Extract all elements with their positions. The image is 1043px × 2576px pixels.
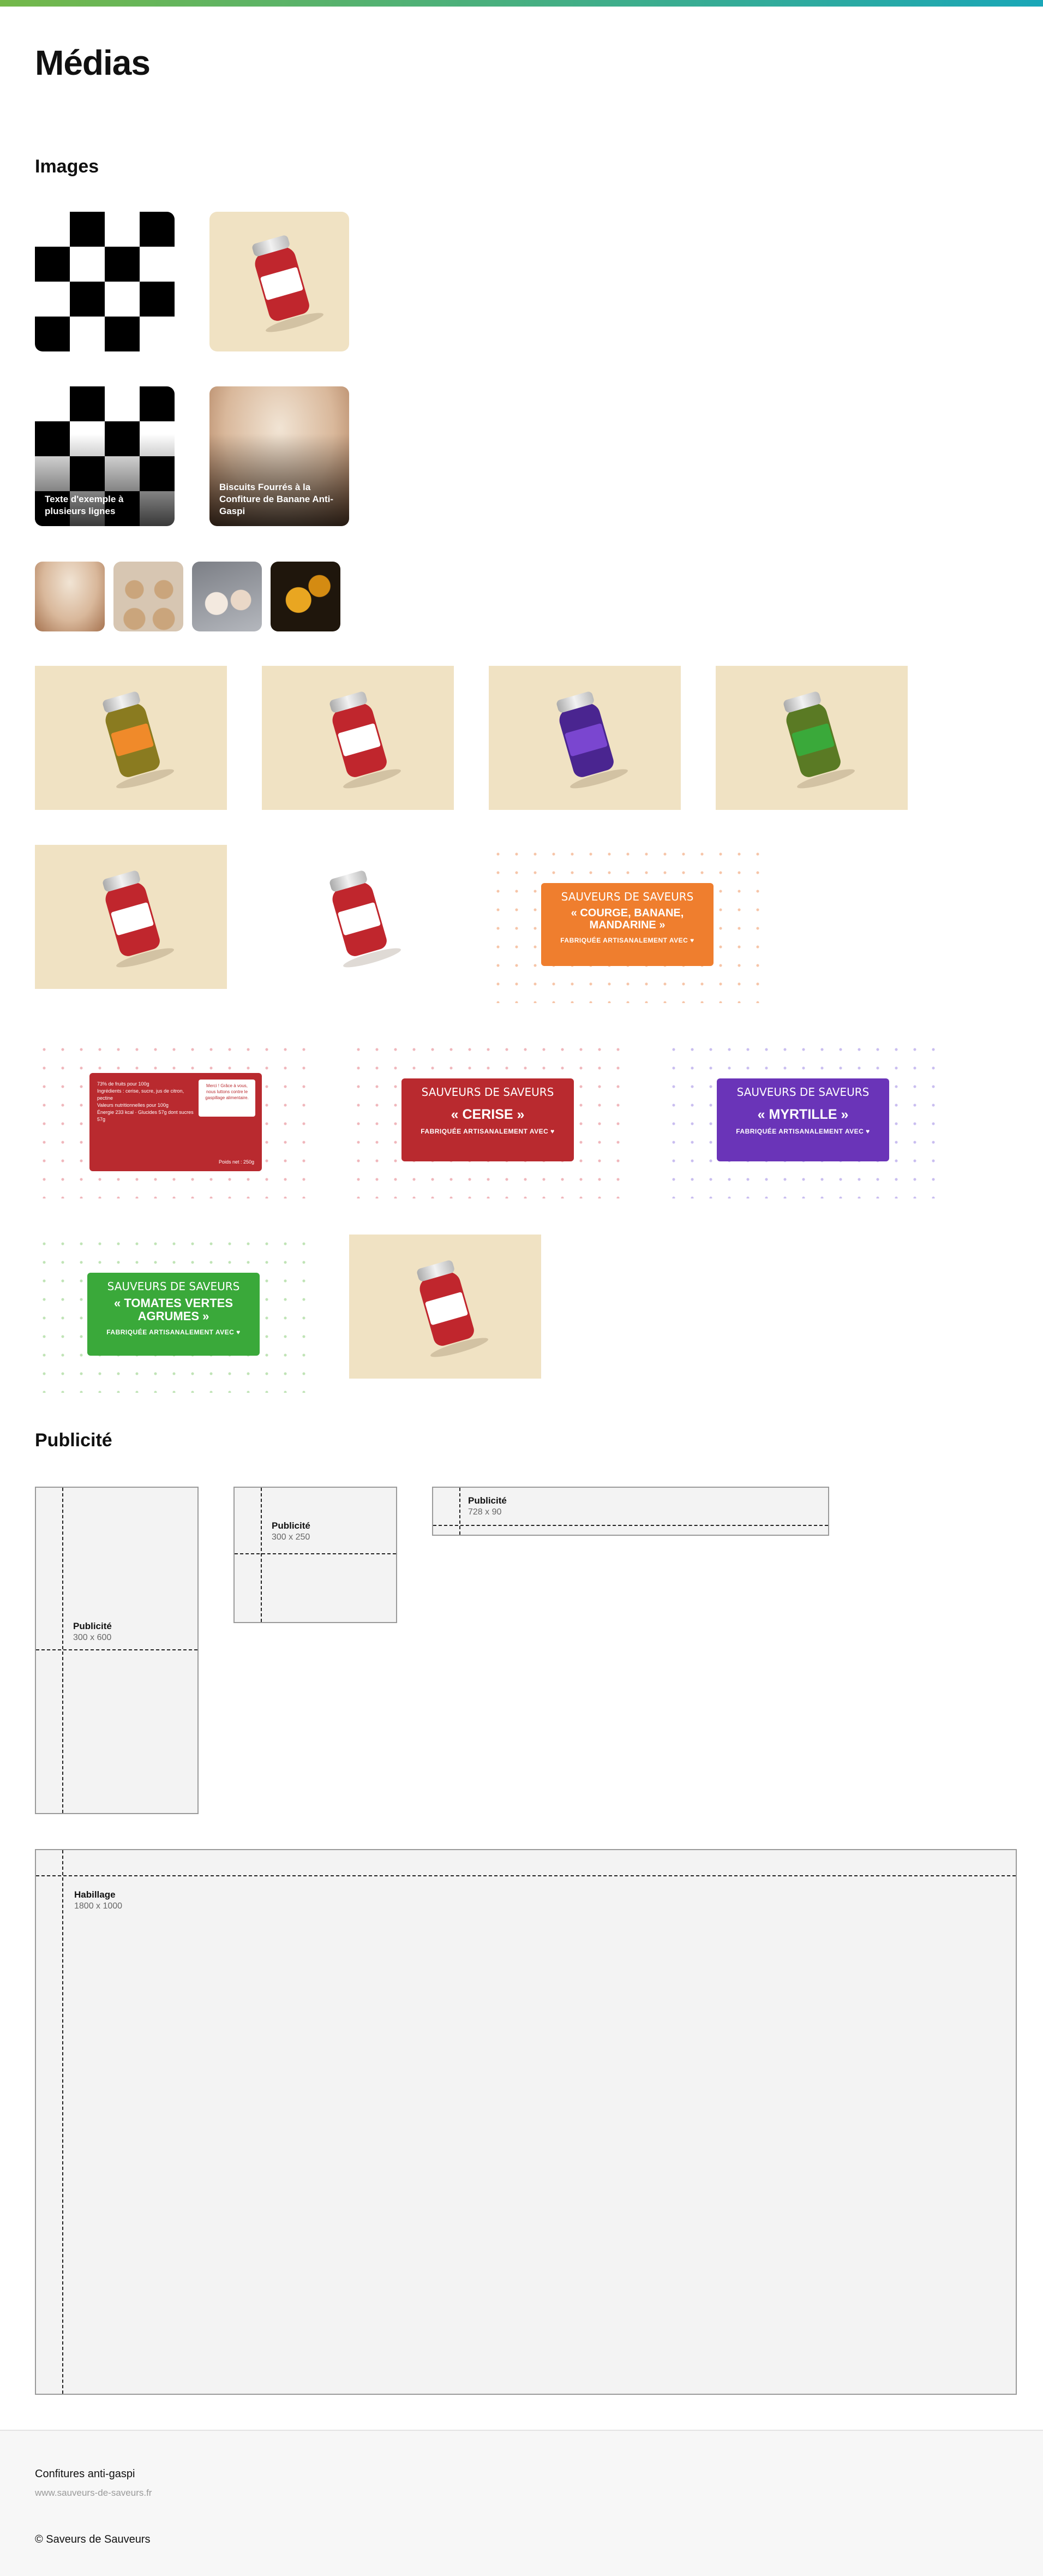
biscuits-photo[interactable]: Biscuits Fourrés à la Confiture de Banan… xyxy=(209,386,349,526)
label-name: « CERISE » xyxy=(451,1107,525,1122)
footer-title: Confitures anti-gaspi xyxy=(35,2468,135,2480)
thumbnail-tray[interactable] xyxy=(192,562,262,631)
page-title: Médias xyxy=(35,43,151,82)
label-tagline: FABRIQUÉE ARTISANALEMENT AVEC ♥ xyxy=(736,1128,870,1135)
product-image-purple-jar[interactable] xyxy=(489,666,681,810)
label-green[interactable]: SAUVEURS DE SAVEURS « TOMATES VERTES AGR… xyxy=(35,1235,311,1393)
ad-label: Publicité xyxy=(468,1495,507,1506)
footer-copyright: © Saveurs de Sauveurs xyxy=(35,2533,151,2545)
product-image-cherry-jar[interactable] xyxy=(209,212,349,351)
label-brand: SAUVEURS DE SAVEURS xyxy=(736,1086,870,1099)
label-name: « MYRTILLE » xyxy=(757,1107,849,1122)
ad-size: 300 x 600 xyxy=(73,1633,112,1642)
ad-label: Publicité xyxy=(272,1520,310,1531)
back-label-line: 73% de fruits pour 100g xyxy=(97,1081,149,1087)
label-back-red[interactable]: 73% de fruits pour 100g Ingrédients : ce… xyxy=(35,1040,311,1198)
jar-icon xyxy=(100,690,176,792)
back-label-line: Ingrédients : cerise, sucre, jus de citr… xyxy=(97,1088,184,1101)
jar-icon xyxy=(100,869,176,971)
product-image-green-jar[interactable] xyxy=(716,666,908,810)
image-caption: Texte d'exemple à plusieurs lignes xyxy=(45,494,124,516)
thumbnail-biscuit[interactable] xyxy=(35,562,105,631)
label-tagline: FABRIQUÉE ARTISANALEMENT AVEC ♥ xyxy=(106,1328,241,1336)
label-card-purple: SAUVEURS DE SAVEURS « MYRTILLE » FABRIQU… xyxy=(717,1078,889,1161)
label-purple[interactable]: SAUVEURS DE SAVEURS « MYRTILLE » FABRIQU… xyxy=(664,1040,940,1198)
product-image-red-jar-white[interactable] xyxy=(262,845,454,989)
back-label-note: Merci ! Grâce à vous, nous luttons contr… xyxy=(199,1080,255,1117)
label-red[interactable]: SAUVEURS DE SAVEURS « CERISE » FABRIQUÉE… xyxy=(349,1040,625,1198)
back-label-card: 73% de fruits pour 100g Ingrédients : ce… xyxy=(89,1073,262,1171)
product-image-red-jar-3[interactable] xyxy=(349,1235,541,1379)
accent-bar xyxy=(0,0,1043,7)
section-title-advertising: Publicité xyxy=(35,1430,112,1451)
ad-label: Habillage xyxy=(74,1889,116,1900)
jar-icon xyxy=(249,234,325,336)
thumbnail-jars[interactable] xyxy=(271,562,340,631)
ad-size: 728 x 90 xyxy=(468,1507,502,1517)
placeholder-image[interactable] xyxy=(35,212,175,351)
label-brand: SAUVEURS DE SAVEURS xyxy=(107,1280,240,1293)
label-card-red: SAUVEURS DE SAVEURS « CERISE » FABRIQUÉE… xyxy=(401,1078,574,1161)
label-tagline: FABRIQUÉE ARTISANALEMENT AVEC ♥ xyxy=(421,1128,555,1135)
ad-label: Publicité xyxy=(73,1621,112,1631)
section-title-images: Images xyxy=(35,156,99,177)
label-name: « TOMATES VERTES AGRUMES » xyxy=(113,1296,233,1323)
back-label-line: Énergie 233 kcal · Glucides 57g dont suc… xyxy=(97,1110,194,1122)
jar-icon xyxy=(327,690,403,792)
ad-size: 300 x 250 xyxy=(272,1533,310,1542)
placeholder-image-captioned[interactable]: Texte d'exemple à plusieurs lignes xyxy=(35,386,175,526)
back-label-text: 73% de fruits pour 100g Ingrédients : ce… xyxy=(97,1081,201,1123)
ad-slot-728x90[interactable]: Publicité 728 x 90 xyxy=(432,1487,829,1536)
ad-size: 1800 x 1000 xyxy=(74,1901,123,1911)
label-brand: SAUVEURS DE SAVEURS xyxy=(421,1086,554,1099)
label-card-orange: SAUVEURS DE SAVEURS « COURGE, BANANE, MA… xyxy=(541,883,714,966)
jar-icon xyxy=(327,869,403,971)
image-caption: Biscuits Fourrés à la Confiture de Banan… xyxy=(219,482,334,516)
jar-icon xyxy=(781,690,856,792)
label-brand: SAUVEURS DE SAVEURS xyxy=(561,890,694,903)
product-image-orange-jar[interactable] xyxy=(35,666,227,810)
ad-slot-300x600[interactable]: Publicité 300 x 600 xyxy=(35,1487,199,1814)
ad-slot-habillage[interactable]: Habillage 1800 x 1000 xyxy=(35,1849,1017,2395)
product-image-red-jar-2[interactable] xyxy=(35,845,227,989)
thumbnail-tarts[interactable] xyxy=(113,562,183,631)
label-name: « COURGE, BANANE, MANDARINE » xyxy=(571,907,684,931)
footer: Confitures anti-gaspi www.sauveurs-de-sa… xyxy=(0,2430,1043,2576)
product-image-red-jar[interactable] xyxy=(262,666,454,810)
back-label-line: Valeurs nutritionnelles pour 100g xyxy=(97,1102,169,1108)
ad-slot-300x250[interactable]: Publicité 300 x 250 xyxy=(233,1487,397,1623)
label-card-green: SAUVEURS DE SAVEURS « TOMATES VERTES AGR… xyxy=(87,1273,260,1356)
back-label-weight: Poids net : 250g xyxy=(218,1159,254,1165)
jar-icon xyxy=(414,1259,490,1361)
label-orange[interactable]: SAUVEURS DE SAVEURS « COURGE, BANANE, MA… xyxy=(489,845,765,1003)
jar-icon xyxy=(554,690,630,792)
label-tagline: FABRIQUÉE ARTISANALEMENT AVEC ♥ xyxy=(560,937,694,944)
footer-url-link[interactable]: www.sauveurs-de-saveurs.fr xyxy=(35,2488,152,2499)
